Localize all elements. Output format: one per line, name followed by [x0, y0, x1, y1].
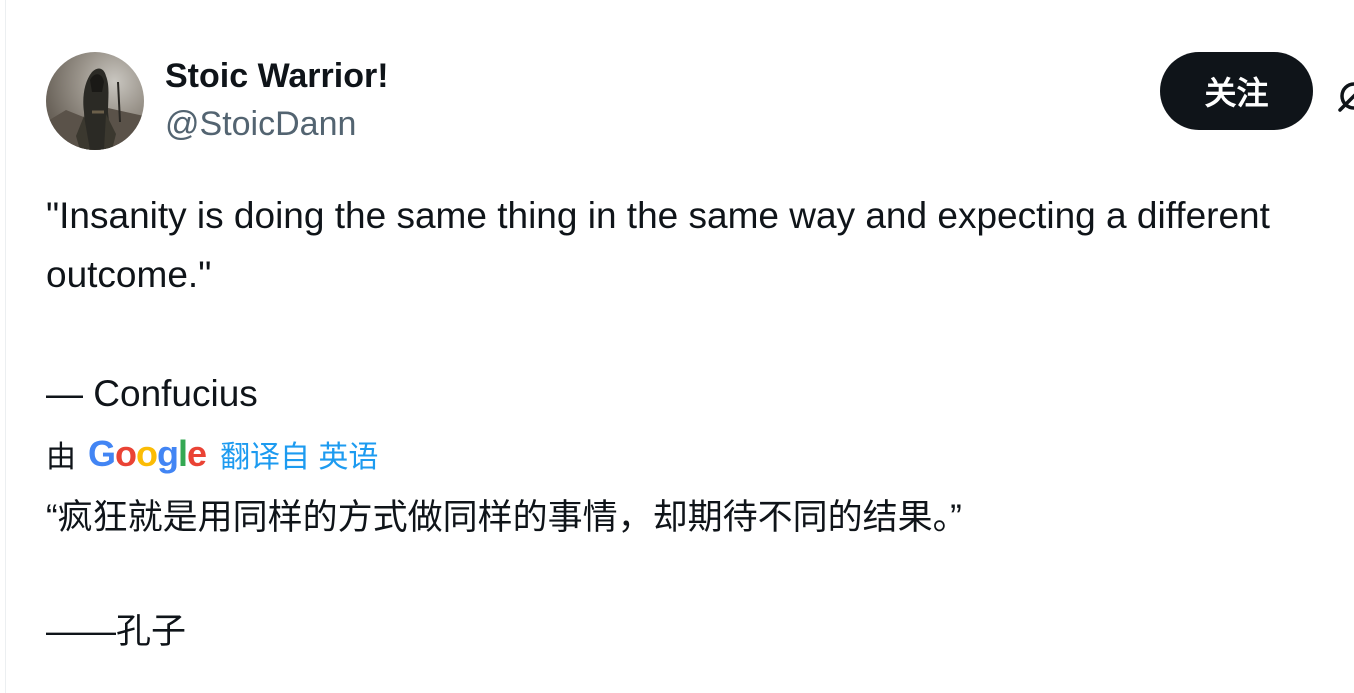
tweet-text: "Insanity is doing the same thing in the… [46, 195, 1281, 295]
author-display-name[interactable]: Stoic Warrior! [165, 55, 389, 97]
author-handle[interactable]: @StoicDann [165, 103, 356, 145]
hooded-warrior-icon [46, 68, 144, 150]
translated-by-label: 由 [46, 441, 76, 474]
translated-quote: “疯狂就是用同样的方式做同样的事情，却期待不同的结果。” [46, 498, 962, 537]
tweet-attribution: — Confucius [46, 373, 258, 414]
timeline-left-border [5, 0, 6, 693]
translated-from-link[interactable]: 翻译自 英语 [220, 432, 378, 476]
avatar[interactable] [46, 52, 144, 150]
translation-banner: 由 Google 翻译自 英语 [46, 430, 378, 478]
grok-icon[interactable] [1334, 76, 1354, 116]
google-logo: Google [88, 433, 207, 474]
follow-button[interactable]: 关注 [1160, 52, 1313, 130]
translated-attribution: ——孔子 [46, 612, 187, 651]
